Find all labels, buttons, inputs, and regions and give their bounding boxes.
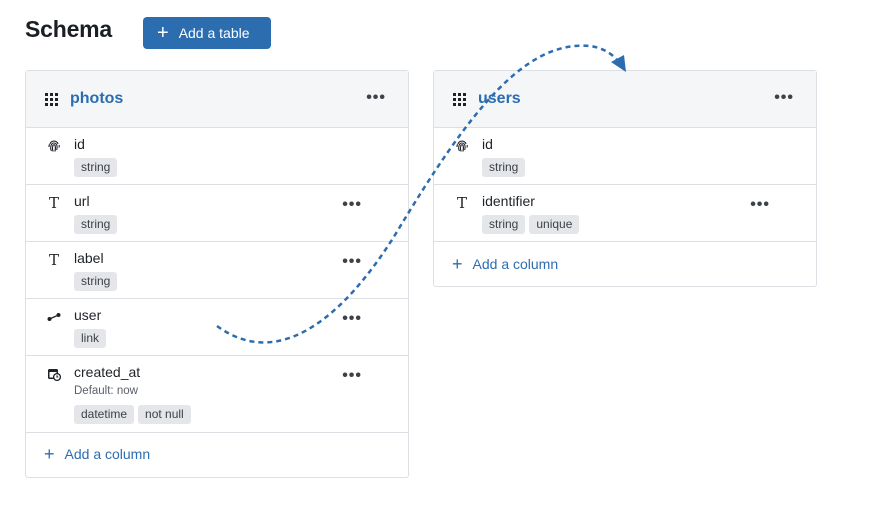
table-header-photos: photos ••• [26, 71, 408, 128]
column-tags: string [482, 158, 526, 177]
column-tags: link [74, 329, 107, 348]
column-tags: string [74, 158, 118, 177]
fingerprint-icon [454, 138, 470, 154]
add-column-button[interactable]: + Add a column [452, 255, 558, 273]
table-menu-button[interactable]: ••• [774, 90, 794, 106]
column-name: identifier [482, 193, 535, 209]
column-row-user: user link ••• [26, 299, 408, 356]
table-name-users[interactable]: users [478, 90, 521, 108]
add-table-button[interactable]: + Add a table [143, 17, 271, 49]
column-row-created-at: created_at Default: now datetime not nul… [26, 356, 408, 433]
column-row-url: T url string ••• [26, 185, 408, 242]
column-row-label: T label string ••• [26, 242, 408, 299]
column-tags: datetime not null [74, 405, 191, 424]
plus-icon: + [452, 254, 463, 274]
column-row-identifier: T identifier string unique ••• [434, 185, 816, 242]
column-name: id [74, 136, 85, 152]
plus-icon: + [157, 22, 169, 44]
table-card-photos: photos ••• id string T url string ••• T … [25, 70, 409, 478]
table-card-users: users ••• id string T identifier string … [433, 70, 817, 287]
column-menu-button[interactable]: ••• [342, 311, 362, 327]
constraint-tag: not null [138, 405, 191, 424]
type-tag: link [74, 329, 107, 348]
type-tag: string [74, 272, 118, 291]
column-menu-button[interactable]: ••• [342, 197, 362, 213]
fingerprint-icon [46, 138, 62, 154]
type-tag: string [74, 158, 118, 177]
column-name: user [74, 307, 102, 323]
constraint-tag: unique [529, 215, 580, 234]
column-row-id: id string [26, 128, 408, 185]
column-menu-button[interactable]: ••• [342, 254, 362, 270]
column-menu-button[interactable]: ••• [342, 368, 362, 384]
text-type-icon: T [48, 251, 59, 269]
table-menu-button[interactable]: ••• [366, 90, 386, 106]
column-name: id [482, 136, 493, 152]
table-grid-icon [453, 92, 466, 106]
type-tag: string [482, 215, 526, 234]
add-column-label: Add a column [64, 446, 151, 462]
add-column-button[interactable]: + Add a column [44, 445, 150, 463]
table-name-photos[interactable]: photos [70, 90, 123, 108]
type-tag: datetime [74, 405, 135, 424]
add-table-label: Add a table [178, 25, 250, 41]
link-icon [46, 309, 62, 325]
type-tag: string [74, 215, 118, 234]
add-column-label: Add a column [472, 256, 559, 272]
column-name: label [74, 250, 104, 266]
text-type-icon: T [48, 194, 59, 212]
column-default-value: Default: now [74, 385, 138, 397]
table-header-users: users ••• [434, 71, 816, 128]
column-menu-button[interactable]: ••• [750, 197, 770, 213]
table-grid-icon [45, 92, 58, 106]
calendar-clock-icon [46, 366, 62, 382]
plus-icon: + [44, 444, 55, 464]
column-row-id: id string [434, 128, 816, 185]
column-tags: string [74, 272, 118, 291]
column-name: url [74, 193, 90, 209]
column-name: created_at [74, 364, 141, 380]
column-tags: string unique [482, 215, 580, 234]
page-title: Schema [25, 16, 113, 42]
type-tag: string [482, 158, 526, 177]
text-type-icon: T [456, 194, 467, 212]
column-tags: string [74, 215, 118, 234]
page-header: Schema [25, 16, 112, 43]
